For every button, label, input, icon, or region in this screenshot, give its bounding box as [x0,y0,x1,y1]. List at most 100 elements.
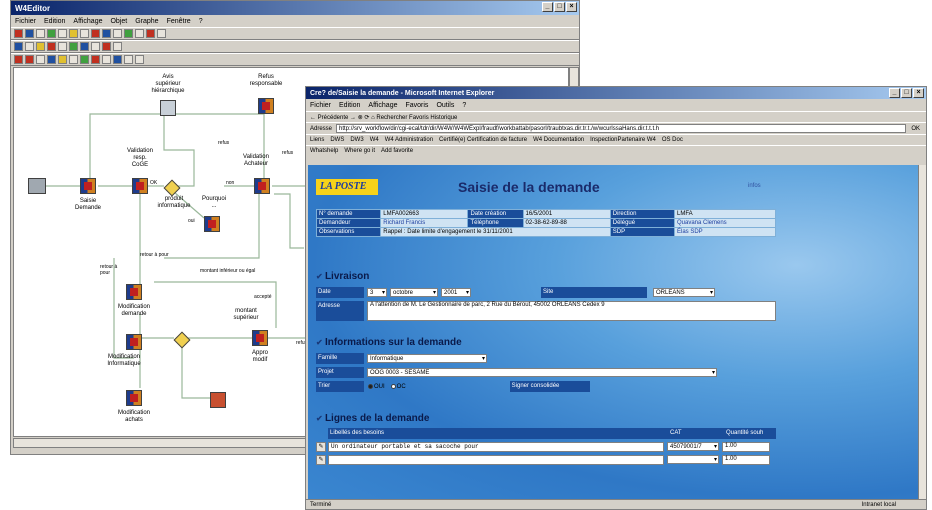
menu-item[interactable]: Fichier [15,18,36,25]
tool-icon[interactable] [91,55,100,64]
tool-icon[interactable] [69,55,78,64]
activity-node[interactable] [258,98,274,114]
menu-item[interactable]: ? [462,102,466,109]
tool-icon[interactable] [36,29,45,38]
link-item[interactable]: Certifié(e) Certification de facture [439,137,527,143]
maximize-button[interactable]: □ [901,88,912,98]
menu-item[interactable]: Objet [110,18,127,25]
info-link[interactable]: infos [748,183,761,189]
menu-item[interactable]: Outils [436,102,454,109]
line-cat-select[interactable]: 45079001/7 [667,442,719,451]
menu-item[interactable]: Edition [44,18,65,25]
line-cat-select[interactable] [667,455,719,464]
vertical-scrollbar[interactable] [918,165,926,499]
cell-value[interactable]: Quavana Clemens [673,218,777,228]
start-node[interactable] [28,178,46,194]
line-libelle-input[interactable]: Un ordinateur portable et sa sacoche pou… [328,441,664,452]
tool-icon[interactable] [91,29,100,38]
tool-icon[interactable] [80,42,89,51]
tool-icon[interactable] [69,42,78,51]
tool-icon[interactable] [102,42,111,51]
activity-node[interactable] [204,216,220,232]
tool-icon[interactable] [135,29,144,38]
link-item[interactable]: DWS [330,137,344,143]
subprocess-node[interactable] [160,100,176,116]
link-item[interactable]: Whatshelp [310,148,338,154]
end-node[interactable] [210,392,226,408]
year-select[interactable]: 2001 [441,288,471,297]
line-qte-input[interactable]: 1.00 [722,441,770,452]
tool-icon[interactable] [25,55,34,64]
tool-icon[interactable] [113,29,122,38]
menu-item[interactable]: Fichier [310,102,331,109]
minimize-button[interactable]: _ [542,2,553,12]
activity-node[interactable] [126,390,142,406]
adresse-textarea[interactable]: A l'attention de M. Le Gestionnaire de p… [367,301,776,321]
tool-icon[interactable] [25,29,34,38]
tool-icon[interactable] [14,42,23,51]
tool-icon[interactable] [58,29,67,38]
edit-icon[interactable]: ✎ [316,454,326,465]
tool-icon[interactable] [135,55,144,64]
activity-node[interactable] [254,178,270,194]
edit-icon[interactable]: ✎ [316,441,326,452]
minimize-button[interactable]: _ [889,88,900,98]
link-item[interactable]: W4 Documentation [533,137,584,143]
month-select[interactable]: octobre [390,288,438,297]
tool-icon[interactable] [91,42,100,51]
close-button[interactable]: × [913,88,924,98]
nav-buttons[interactable]: ← Précédente → ⊗ ⟳ ⌂ Rechercher Favoris … [310,114,457,121]
site-select[interactable]: ORLEANS [653,288,715,297]
radio-oc[interactable] [390,384,396,389]
menu-item[interactable]: Favoris [405,102,428,109]
go-button[interactable]: OK [911,126,920,132]
menu-item[interactable]: Affichage [73,18,102,25]
tool-icon[interactable] [146,29,155,38]
activity-node[interactable] [132,178,148,194]
link-item[interactable]: W4 Administration [385,137,433,143]
tool-icon[interactable] [113,55,122,64]
tool-icon[interactable] [47,42,56,51]
link-item[interactable]: DW3 [350,137,363,143]
link-item[interactable]: Where go it [344,148,375,154]
link-item[interactable]: OS Doc [662,137,683,143]
activity-node[interactable] [126,334,142,350]
tool-icon[interactable] [36,55,45,64]
link-item[interactable]: W4 [370,137,379,143]
activity-node[interactable] [126,284,142,300]
tool-icon[interactable] [157,29,166,38]
tool-icon[interactable] [69,29,78,38]
cell-value[interactable]: Richard Francis [380,218,469,228]
link-item[interactable]: InspectionPartenaire W4 [590,137,656,143]
tool-icon[interactable] [124,55,133,64]
menu-item[interactable]: Graphe [135,18,158,25]
tool-icon[interactable] [47,29,56,38]
close-button[interactable]: × [566,2,577,12]
day-select[interactable]: 3 [367,288,387,297]
tool-icon[interactable] [47,55,56,64]
tool-icon[interactable] [80,55,89,64]
menu-item[interactable]: Fenêtre [167,18,191,25]
maximize-button[interactable]: □ [554,2,565,12]
link-item[interactable]: Add favorite [381,148,413,154]
line-libelle-input[interactable] [328,454,664,465]
line-qte-input[interactable]: 1.00 [722,454,770,465]
menu-item[interactable]: Edition [339,102,360,109]
tool-icon[interactable] [124,29,133,38]
tool-icon[interactable] [25,42,34,51]
tool-icon[interactable] [36,42,45,51]
famille-select[interactable]: Informatique [367,354,487,363]
tool-icon[interactable] [58,42,67,51]
projet-select[interactable]: OOG 0003 - SESAME [367,368,717,377]
menu-item[interactable]: ? [199,18,203,25]
tool-icon[interactable] [102,55,111,64]
tool-icon[interactable] [80,29,89,38]
tool-icon[interactable] [14,55,23,64]
menu-item[interactable]: Affichage [368,102,397,109]
address-input[interactable]: http://srv_workflow/dir/cgi-ecal/tdr/dir… [336,124,906,133]
tool-icon[interactable] [14,29,23,38]
tool-icon[interactable] [102,29,111,38]
activity-node[interactable] [252,330,268,346]
cell-value[interactable]: Élas SDP [673,227,777,237]
tool-icon[interactable] [58,55,67,64]
